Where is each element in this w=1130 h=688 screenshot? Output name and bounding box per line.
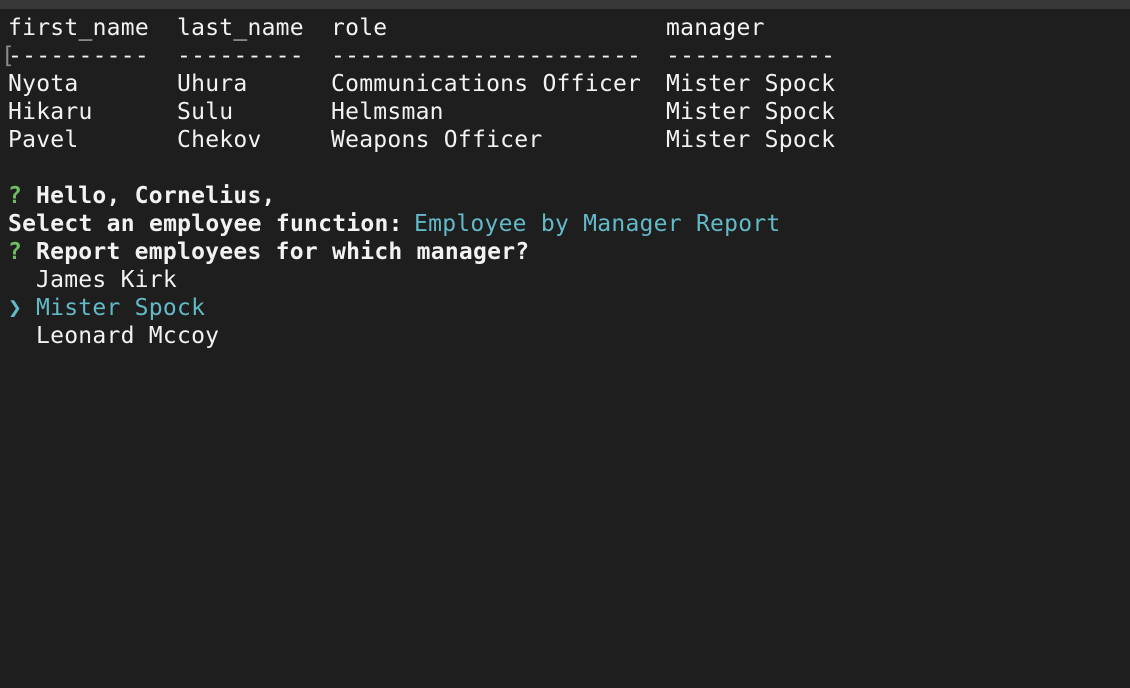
function-answer: Employee by Manager Report [414,211,781,237]
table-row: Hikaru Sulu Helmsman Mister Spock [8,98,835,126]
header-manager: manager [666,15,765,41]
window-top-strip [0,0,1130,9]
cell-manager: Mister Spock [666,127,836,153]
separator-manager: ------------ [666,43,836,69]
pointer-icon: ❯ [8,295,23,321]
option-james-kirk[interactable]: James Kirk [8,266,177,294]
header-first-name: first_name [8,15,149,41]
separator-role: ---------------------- [331,43,642,69]
separator-last-name: --------- [177,43,304,69]
option-leonard-mccoy[interactable]: Leonard Mccoy [8,322,219,350]
prompt-question-marker: ? [8,239,23,265]
cell-last-name: Uhura [177,71,248,97]
manager-question-line: ? Report employees for which manager? [8,238,529,266]
table-header-row: [ first_name last_name role manager [1,14,764,69]
cell-manager: Mister Spock [666,71,836,97]
cell-last-name: Sulu [177,99,234,125]
greeting-text: Hello, Cornelius, [36,183,276,209]
function-select-line: Select an employee function: Employee by… [8,210,780,238]
terminal-output[interactable]: [ first_name last_name role manager ----… [0,9,1130,688]
prompt-question-marker: ? [8,183,23,209]
separator-first-name: ---------- [8,43,149,69]
cell-role: Helmsman [331,99,444,125]
table-row: Pavel Chekov Weapons Officer Mister Spoc… [8,126,835,154]
cell-role: Communications Officer [331,71,642,97]
manager-question-text: Report employees for which manager? [36,239,530,265]
option-mister-spock[interactable]: ❯ Mister Spock [8,294,205,322]
header-last-name: last_name [177,15,304,41]
cell-first-name: Pavel [8,127,79,153]
header-role: role [331,15,388,41]
cell-manager: Mister Spock [666,99,836,125]
cell-first-name: Hikaru [8,99,93,125]
cell-first-name: Nyota [8,71,79,97]
function-label: Select an employee function: [8,211,403,237]
cell-role: Weapons Officer [331,127,543,153]
table-separator-row: ---------- --------- -------------------… [8,42,835,70]
option-label: James Kirk [36,267,177,293]
table-row: Nyota Uhura Communications Officer Miste… [8,70,835,98]
greeting-line: ? Hello, Cornelius, [8,182,275,210]
option-label: Mister Spock [36,295,206,321]
option-label: Leonard Mccoy [36,323,220,349]
cell-last-name: Chekov [177,127,262,153]
